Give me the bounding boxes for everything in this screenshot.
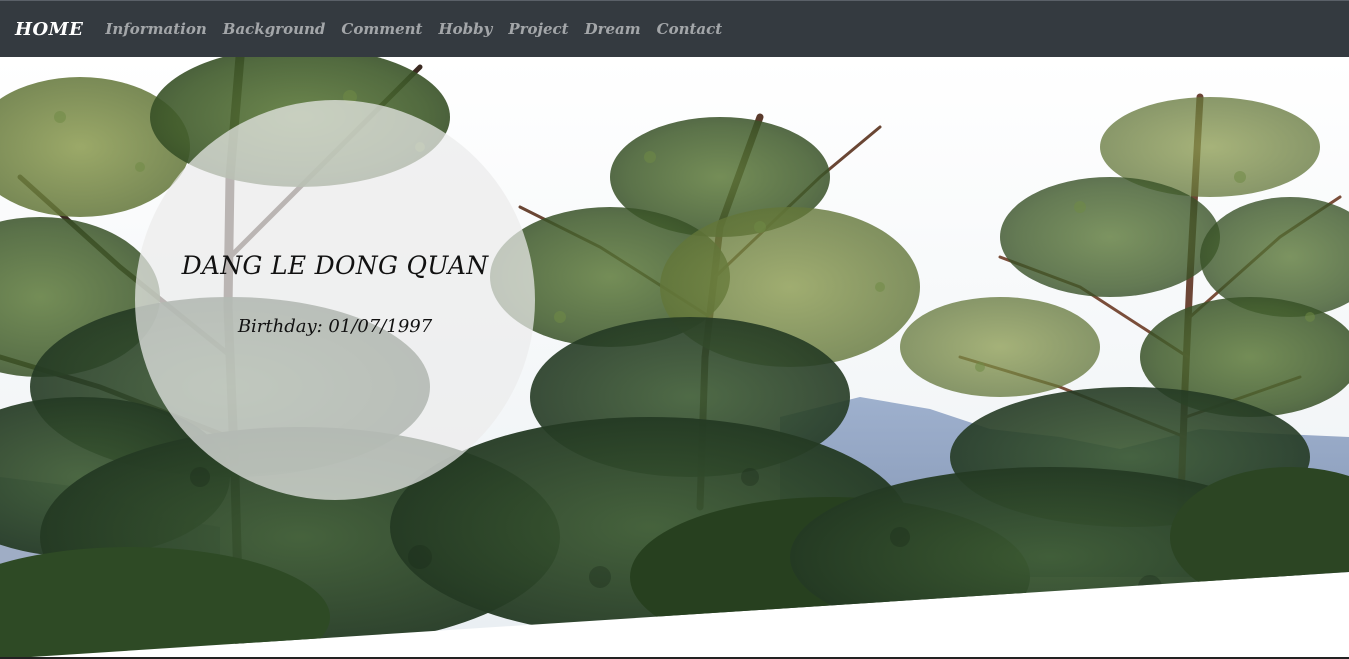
nav-link-background[interactable]: Background	[223, 20, 326, 38]
top-navbar: HOME Information Background Comment Hobb…	[0, 0, 1349, 57]
profile-name: DANG LE DONG QUAN	[181, 251, 489, 280]
nav-link-contact[interactable]: Contact	[657, 20, 723, 38]
nav-links: Information Background Comment Hobby Pro…	[105, 20, 738, 38]
profile-circle: DANG LE DONG QUAN Birthday: 01/07/1997	[135, 100, 535, 500]
nav-link-information[interactable]: Information	[105, 20, 206, 38]
home-link[interactable]: HOME	[15, 19, 83, 40]
nav-link-comment[interactable]: Comment	[341, 20, 422, 38]
nav-link-project[interactable]: Project	[508, 20, 568, 38]
profile-birthday: Birthday: 01/07/1997	[237, 316, 433, 337]
nav-link-hobby[interactable]: Hobby	[438, 20, 492, 38]
nav-link-dream[interactable]: Dream	[585, 20, 641, 38]
